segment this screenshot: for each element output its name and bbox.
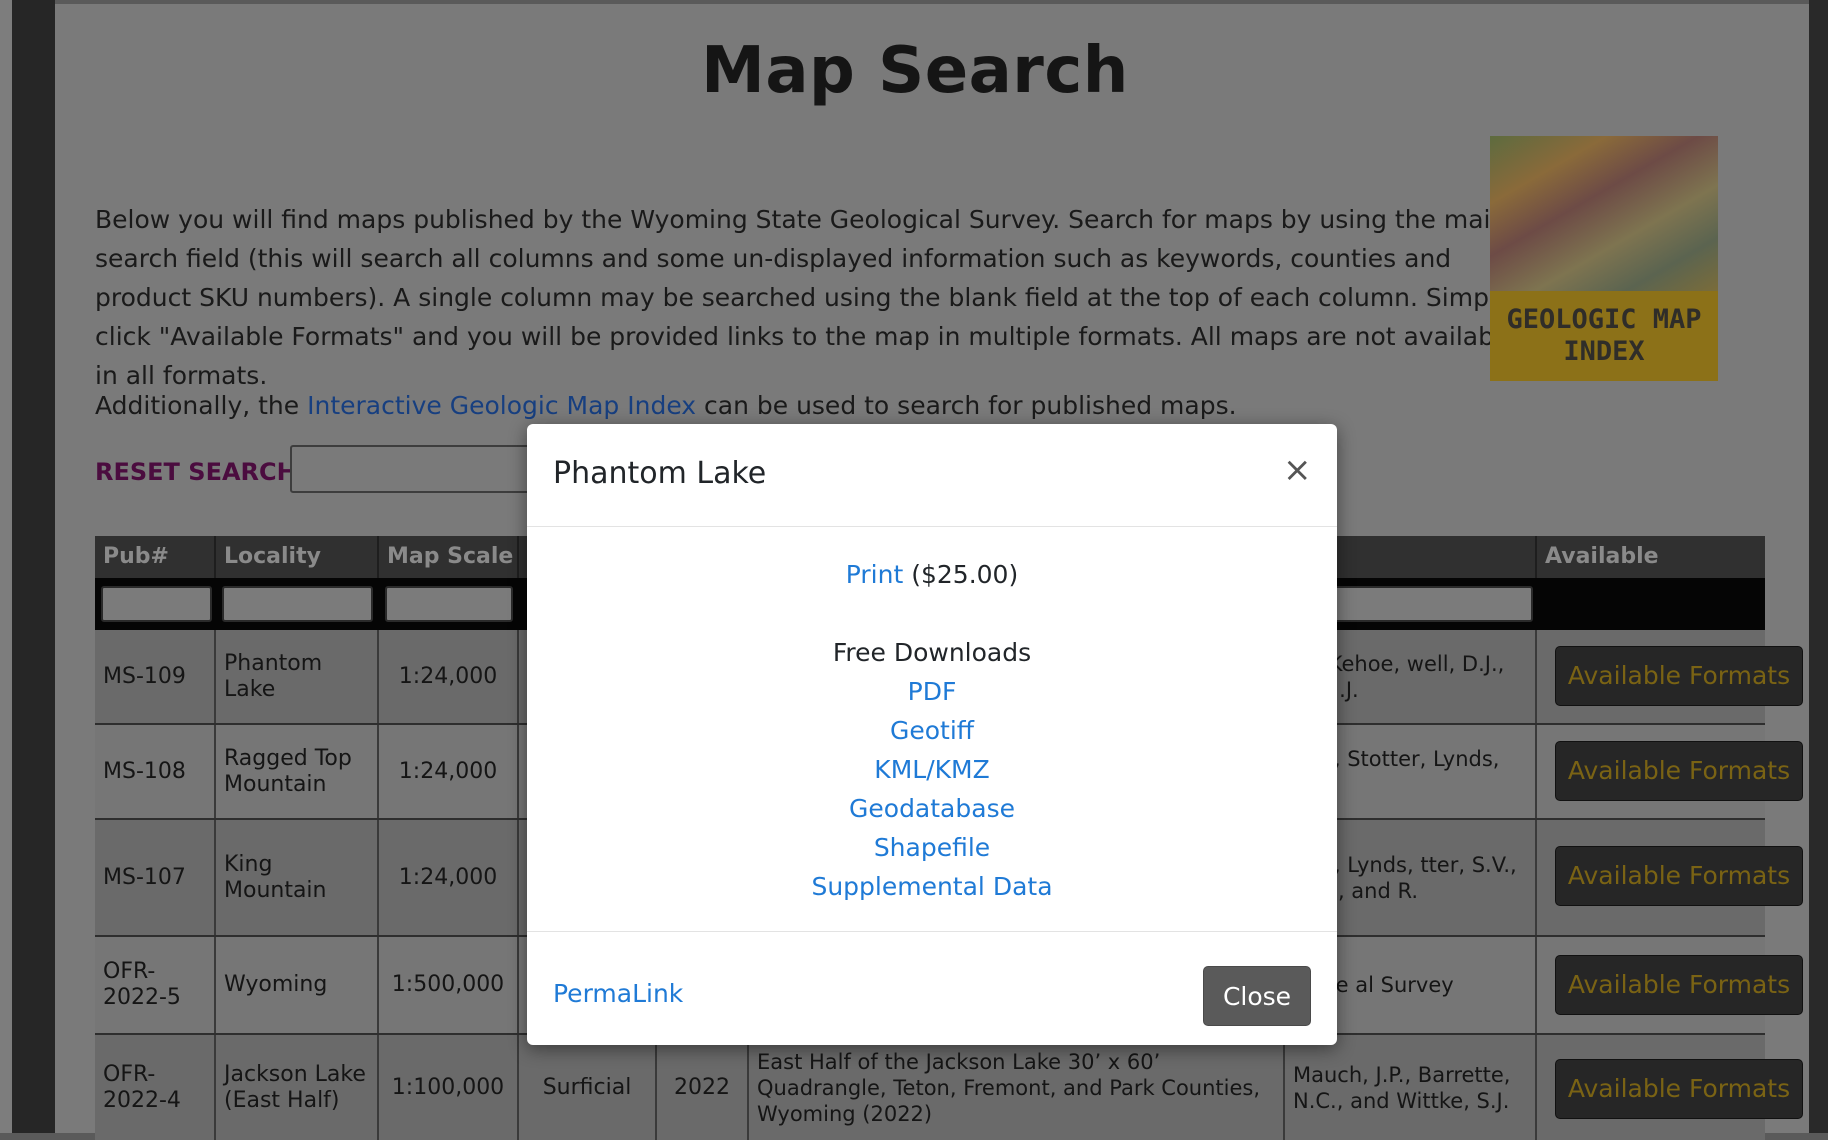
close-button[interactable]: Close [1203,966,1311,1026]
permalink-link[interactable]: PermaLink [553,979,683,1008]
print-line: Print ($25.00) [527,560,1337,589]
header-pub[interactable]: Pub# [95,536,216,578]
print-link[interactable]: Print [846,560,904,589]
cell-map-type: Surficial [519,1035,657,1140]
right-page-border [1809,0,1828,1133]
modal-header: Phantom Lake × [527,424,1337,527]
cell-scale: 1:100,000 [379,1035,519,1140]
available-formats-button[interactable]: Available Formats [1555,846,1803,906]
geologic-map-index-banner: GEOLOGIC MAP INDEX [1490,291,1718,381]
print-price: ($25.00) [903,560,1019,589]
filter-locality-input[interactable] [222,586,373,622]
cell-pub: OFR-2022-4 [95,1035,216,1140]
cell-locality: King Mountain [216,820,379,935]
filter-scale-input[interactable] [385,586,513,622]
close-icon[interactable]: × [1283,452,1312,488]
cell-scale: 1:500,000 [379,937,519,1033]
download-geotiff-link[interactable]: Geotiff [527,716,1337,745]
filter-pub-input[interactable] [101,586,212,622]
available-formats-button[interactable]: Available Formats [1555,741,1803,801]
cell-pub: MS-109 [95,630,216,723]
download-pdf-link[interactable]: PDF [527,677,1337,706]
page-title: Map Search [701,34,1129,108]
cell-scale: 1:24,000 [379,820,519,935]
additional-suffix: can be used to search for published maps… [696,391,1237,420]
background-texture [0,0,12,1133]
available-formats-button[interactable]: Available Formats [1555,646,1803,706]
available-formats-button[interactable]: Available Formats [1555,1059,1803,1119]
cell-authors: Mauch, J.P., Barrette, N.C., and Wittke,… [1285,1035,1537,1140]
cell-year: 2022 [657,1035,749,1140]
download-geodatabase-link[interactable]: Geodatabase [527,794,1337,823]
download-shapefile-link[interactable]: Shapefile [527,833,1337,862]
formats-modal: Phantom Lake × Print ($25.00) Free Downl… [527,424,1337,1045]
thumbnail-line-2: INDEX [1563,336,1645,367]
thumbnail-line-1: GEOLOGIC MAP [1506,304,1702,335]
available-formats-button[interactable]: Available Formats [1555,955,1803,1015]
cell-locality: Ragged Top Mountain [216,725,379,818]
additional-info-paragraph: Additionally, the Interactive Geologic M… [95,386,1525,425]
main-search-input[interactable] [290,445,530,493]
header-map-scale[interactable]: Map Scale [379,536,519,578]
reset-search-link[interactable]: RESET SEARCH [95,458,297,486]
cell-title: East Half of the Jackson Lake 30’ x 60’ … [749,1035,1285,1140]
cell-pub: MS-108 [95,725,216,818]
header-available-formats[interactable]: Available Formats [1537,536,1765,611]
cell-scale: 1:24,000 [379,725,519,818]
modal-body: Print ($25.00) Free Downloads PDF Geotif… [527,527,1337,901]
cell-locality: Jackson Lake (East Half) [216,1035,379,1140]
cell-pub: OFR-2022-5 [95,937,216,1033]
header-locality[interactable]: Locality [216,536,379,578]
cell-locality: Phantom Lake [216,630,379,723]
interactive-map-index-link[interactable]: Interactive Geologic Map Index [307,391,696,420]
modal-title: Phantom Lake [553,456,767,491]
modal-footer: PermaLink Close [527,931,1337,1046]
left-page-border [12,0,55,1133]
download-supplemental-link[interactable]: Supplemental Data [527,872,1337,901]
free-downloads-heading: Free Downloads [832,638,1032,667]
table-row: OFR-2022-4 Jackson Lake (East Half) 1:10… [95,1035,1803,1140]
intro-paragraph: Below you will find maps published by th… [95,205,1517,390]
additional-prefix: Additionally, the [95,391,308,420]
cell-scale: 1:24,000 [379,630,519,723]
cell-pub: MS-107 [95,820,216,935]
download-kml-link[interactable]: KML/KMZ [527,755,1337,784]
geologic-map-index-thumbnail[interactable]: GEOLOGIC MAP INDEX [1490,136,1718,381]
cell-locality: Wyoming [216,937,379,1033]
